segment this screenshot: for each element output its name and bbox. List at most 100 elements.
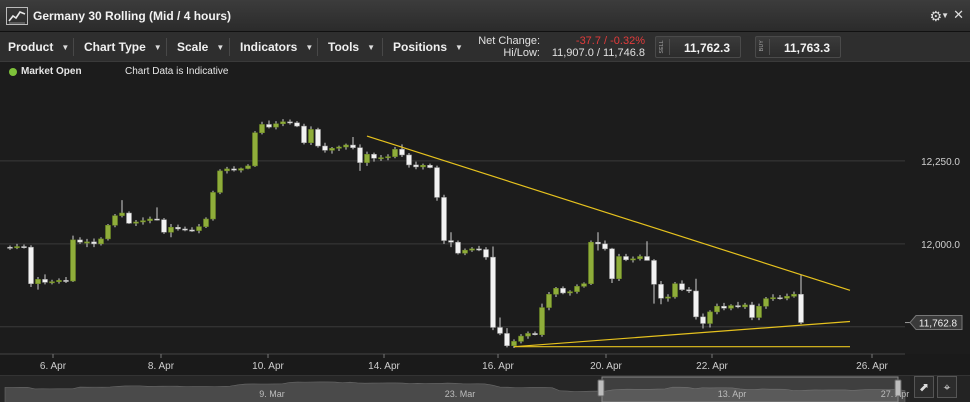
candle-body (112, 215, 118, 226)
x-tick-label: 6. Apr (40, 361, 67, 372)
candle-body (273, 123, 279, 128)
menu-tools[interactable]: Tools ▼ (328, 32, 375, 62)
candle-body (210, 192, 216, 220)
candle-body (686, 289, 692, 292)
candle-body (154, 218, 160, 221)
candle-body (504, 333, 510, 346)
chevron-down-icon: ▼ (305, 42, 314, 52)
candle-body (196, 226, 202, 231)
candle-body (532, 333, 538, 336)
candle-body (350, 144, 356, 148)
candle-body (126, 212, 132, 224)
window-title: Germany 30 Rolling (Mid / 4 hours) (33, 9, 232, 23)
menu-label: Tools (328, 40, 360, 54)
candle-body (798, 294, 804, 323)
candle-body (700, 316, 706, 324)
candle-body (595, 241, 601, 245)
menu-product[interactable]: Product ▼ (8, 32, 69, 62)
candle-body (581, 283, 587, 287)
hilow-value: 11,907.0 / 11,746.8 (551, 47, 645, 59)
stat-values: -37.7 / -0.32% 11,907.0 / 11,746.8 (545, 35, 645, 59)
candle-body (637, 256, 643, 260)
candle-body (287, 121, 293, 124)
sell-button[interactable]: SELL 11,762.3 (655, 36, 741, 58)
x-tick-label: 14. Apr (368, 361, 400, 372)
net-change-value: -37.7 / -0.32% (575, 35, 645, 47)
y-tick-label: 12,000.0 (921, 240, 960, 251)
candle-body (406, 154, 412, 166)
x-tick-label: 20. Apr (590, 361, 622, 372)
x-tick-label: 26. Apr (856, 361, 888, 372)
candle-body (357, 147, 363, 163)
candle-body (497, 327, 503, 334)
candle-body (714, 305, 720, 313)
candle-body (665, 296, 671, 299)
candle-body (238, 168, 244, 171)
market-status-dot (9, 68, 17, 76)
candle-body (707, 311, 713, 324)
candle-body (553, 288, 559, 295)
candle-body (518, 335, 524, 342)
candle-body (336, 146, 342, 149)
candle-body (329, 148, 335, 151)
navigator-selection (601, 376, 899, 402)
candle-body (630, 258, 636, 261)
candle-body (224, 168, 230, 172)
candle-body (399, 149, 405, 156)
candle-body (455, 241, 461, 254)
menu-scale[interactable]: Scale ▼ (177, 32, 224, 62)
stat-labels: Net Change: Hi/Low: (470, 35, 540, 59)
candle-body (49, 281, 55, 284)
menu-positions[interactable]: Positions ▼ (393, 32, 463, 62)
close-icon[interactable]: ✕ (953, 7, 964, 23)
last-price-label: 11,762.8 (919, 319, 958, 330)
candle-body (343, 144, 349, 148)
candle-body (784, 296, 790, 299)
menu-indicators[interactable]: Indicators ▼ (240, 32, 313, 62)
menu-chart-type[interactable]: Chart Type ▼ (84, 32, 162, 62)
navigator-panel[interactable]: 9. Mar 23. Mar 13. Apr 27. Apr (0, 375, 970, 402)
chevron-down-icon: ▼ (61, 42, 70, 52)
candle-body (469, 248, 475, 251)
candle-body (140, 220, 146, 223)
candle-body (294, 122, 300, 127)
buy-button[interactable]: BUY 11,763.3 (755, 36, 841, 58)
candle-body (266, 124, 272, 128)
title-bar: Germany 30 Rolling (Mid / 4 hours) ⚙ ▼ ✕ (0, 0, 970, 32)
candle-body (105, 225, 111, 240)
market-status: Market Open (21, 66, 82, 77)
candle-body (490, 256, 496, 328)
menu-label: Product (8, 40, 54, 54)
candle-body (392, 149, 398, 157)
candle-body (588, 241, 594, 284)
candle-body (308, 129, 314, 143)
divider (382, 38, 383, 56)
candle-body (161, 219, 167, 233)
sell-price: 11,762.3 (683, 41, 730, 55)
candle-body (441, 197, 447, 241)
candle-body (462, 249, 468, 254)
candle-body (623, 256, 629, 261)
candle-body (42, 279, 48, 283)
hilow-label: Hi/Low: (503, 47, 540, 59)
divider (229, 38, 230, 56)
chart-background (0, 78, 970, 375)
pointer-icon[interactable]: ⬈ (914, 376, 934, 398)
candle-body (693, 290, 699, 318)
buy-tag: BUY (759, 40, 765, 52)
x-tick-label: 16. Apr (482, 361, 514, 372)
x-tick-label: 10. Apr (252, 361, 284, 372)
candle-body (763, 298, 769, 307)
net-change-label: Net Change: (478, 35, 540, 47)
candle-body (301, 125, 307, 143)
candle-body (651, 260, 657, 285)
chevron-down-icon[interactable]: ▼ (941, 11, 949, 20)
candle-body (728, 305, 734, 309)
menu-label: Positions (393, 40, 448, 54)
crosshair-icon[interactable]: ⌖ (937, 376, 957, 398)
navigator-chart[interactable]: 9. Mar 23. Mar 13. Apr 27. Apr (0, 376, 910, 402)
navigator-handle-left (597, 379, 605, 397)
candle-body (560, 288, 566, 294)
chevron-down-icon: ▼ (216, 42, 225, 52)
price-chart[interactable]: 12,000.0 12,250.0 6. Apr 8. Apr 10. Apr 14. A… (0, 78, 970, 375)
